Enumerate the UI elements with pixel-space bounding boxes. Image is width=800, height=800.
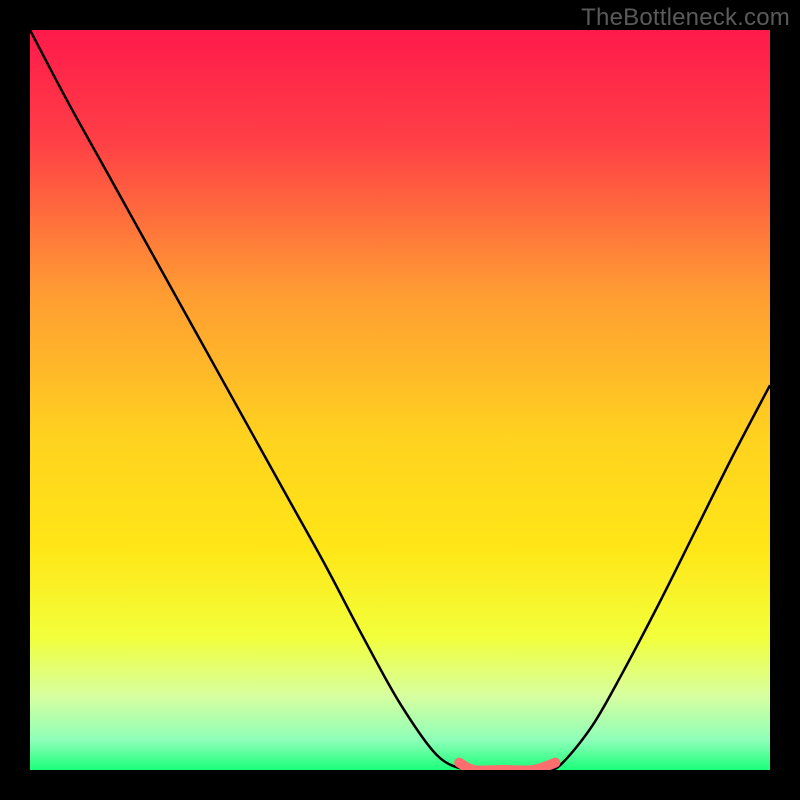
- watermark-text: TheBottleneck.com: [581, 4, 790, 32]
- plot-area: [30, 30, 770, 770]
- chart-stage: TheBottleneck.com: [0, 0, 800, 800]
- gradient-background: [30, 30, 770, 770]
